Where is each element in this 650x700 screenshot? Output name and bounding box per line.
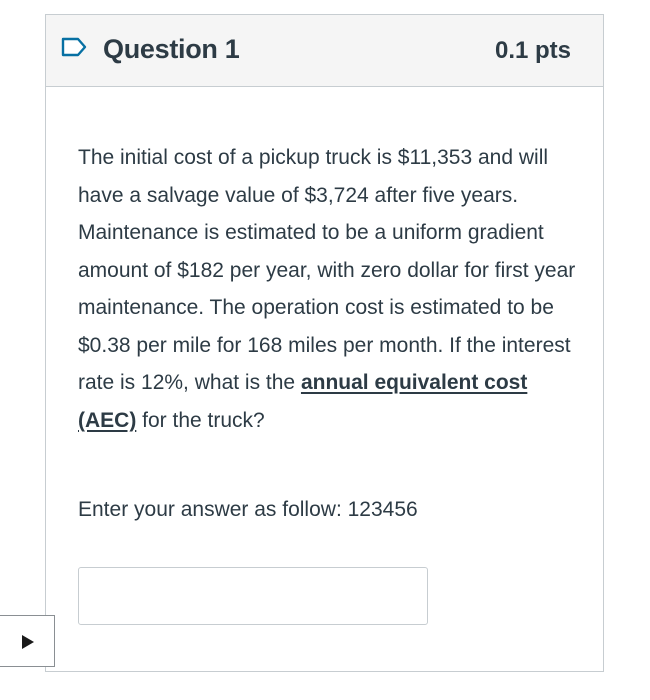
answer-instruction: Enter your answer as follow: 123456: [78, 498, 418, 521]
play-triangle-icon: [22, 635, 34, 649]
question-card: Question 1 0.1 pts The initial cost of a…: [45, 14, 604, 672]
bookmark-flag-icon[interactable]: [61, 37, 87, 57]
question-body: The initial cost of a pickup truck is $1…: [78, 139, 578, 439]
question-title: Question 1: [103, 34, 240, 64]
question-points: 0.1 pts: [494, 37, 571, 64]
question-nav-toggle-button[interactable]: [0, 615, 55, 667]
question-header: Question 1 0.1 pts: [46, 15, 603, 87]
question-text-part: for the truck?: [136, 408, 265, 432]
question-text: The initial cost of a pickup truck is $1…: [78, 139, 578, 439]
answer-input[interactable]: [78, 567, 428, 625]
question-text-part: The initial cost of a pickup truck is $1…: [78, 146, 576, 394]
